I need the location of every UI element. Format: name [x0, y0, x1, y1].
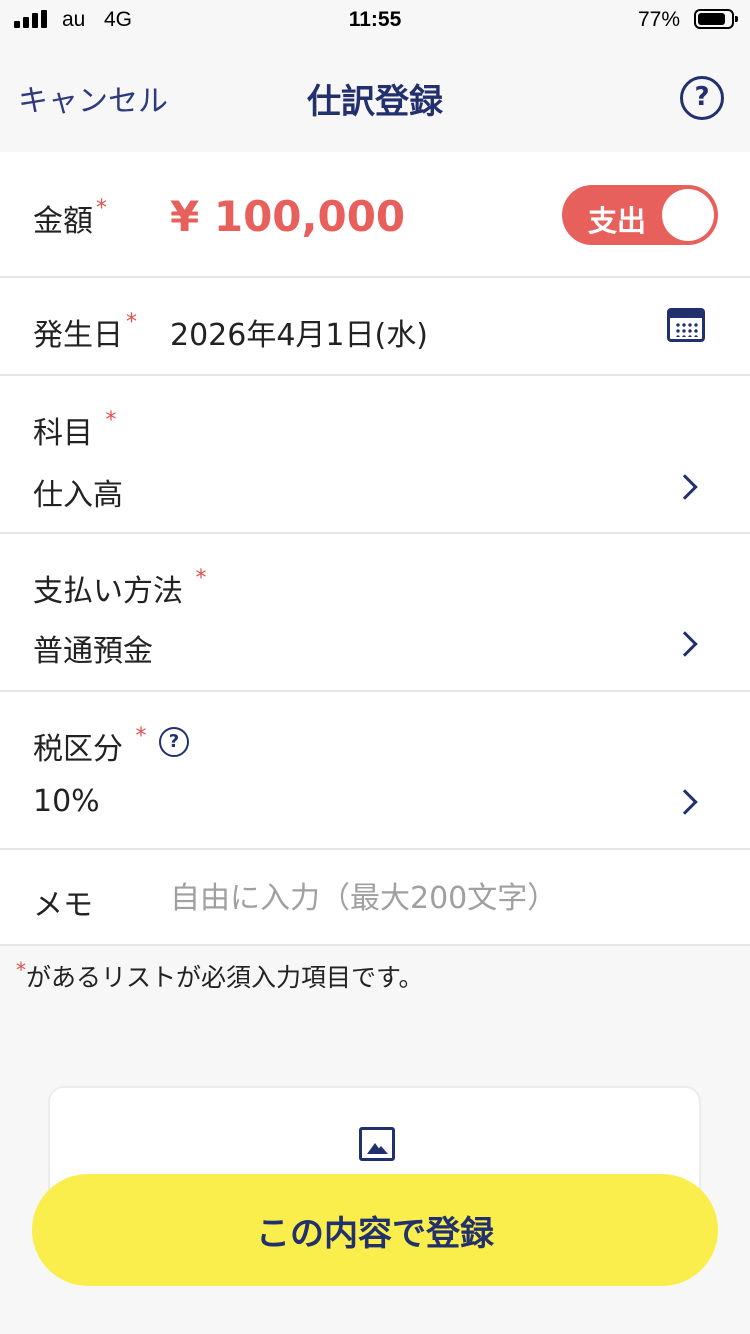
divider	[0, 690, 750, 692]
divider	[0, 276, 750, 278]
tax-help-icon[interactable]: ?	[159, 727, 189, 757]
amount-label: 金額 *	[33, 196, 107, 239]
payment-label: 支払い方法 *	[33, 566, 207, 609]
required-mark: *	[96, 196, 107, 221]
account-value: 仕入高	[33, 478, 123, 513]
help-icon[interactable]: ?	[680, 76, 724, 120]
chevron-right-icon[interactable]	[672, 474, 698, 500]
memo-input[interactable]	[170, 876, 720, 920]
toggle-knob	[662, 189, 714, 241]
divider	[0, 532, 750, 534]
battery-percent: 77%	[637, 8, 680, 31]
amount-value[interactable]: ¥ 100,000	[170, 192, 405, 241]
battery-icon	[694, 9, 738, 29]
required-mark: *	[135, 724, 147, 749]
required-mark: *	[126, 310, 137, 335]
submit-button[interactable]: この内容で登録	[32, 1174, 718, 1286]
payment-value: 普通預金	[33, 634, 153, 669]
image-icon	[359, 1127, 395, 1161]
date-label: 発生日 *	[33, 310, 137, 353]
calendar-icon[interactable]	[667, 308, 705, 342]
status-bar: au 4G 11:55 77%	[0, 0, 750, 40]
tax-value: 10%	[33, 784, 100, 819]
chevron-right-icon[interactable]	[672, 631, 698, 657]
account-label: 科目 *	[33, 408, 117, 451]
required-note: *があるリストが必須入力項目です。	[16, 958, 424, 992]
divider	[0, 944, 750, 946]
toggle-label: 支出	[588, 204, 647, 238]
divider	[0, 848, 750, 850]
page-title: 仕訳登録	[307, 82, 443, 122]
chevron-right-icon[interactable]	[672, 789, 698, 815]
divider	[0, 374, 750, 376]
required-mark: *	[105, 408, 117, 433]
date-value[interactable]: 2026年4月1日(水)	[170, 310, 428, 354]
journal-form: 金額 * ¥ 100,000 支出 発生日 * 2026年4月1日(水) 科目 * …	[0, 152, 750, 946]
expense-toggle[interactable]: 支出	[562, 185, 718, 245]
required-mark: *	[195, 566, 207, 591]
tax-label: 税区分 *	[33, 724, 147, 767]
memo-label: メモ	[33, 888, 93, 923]
